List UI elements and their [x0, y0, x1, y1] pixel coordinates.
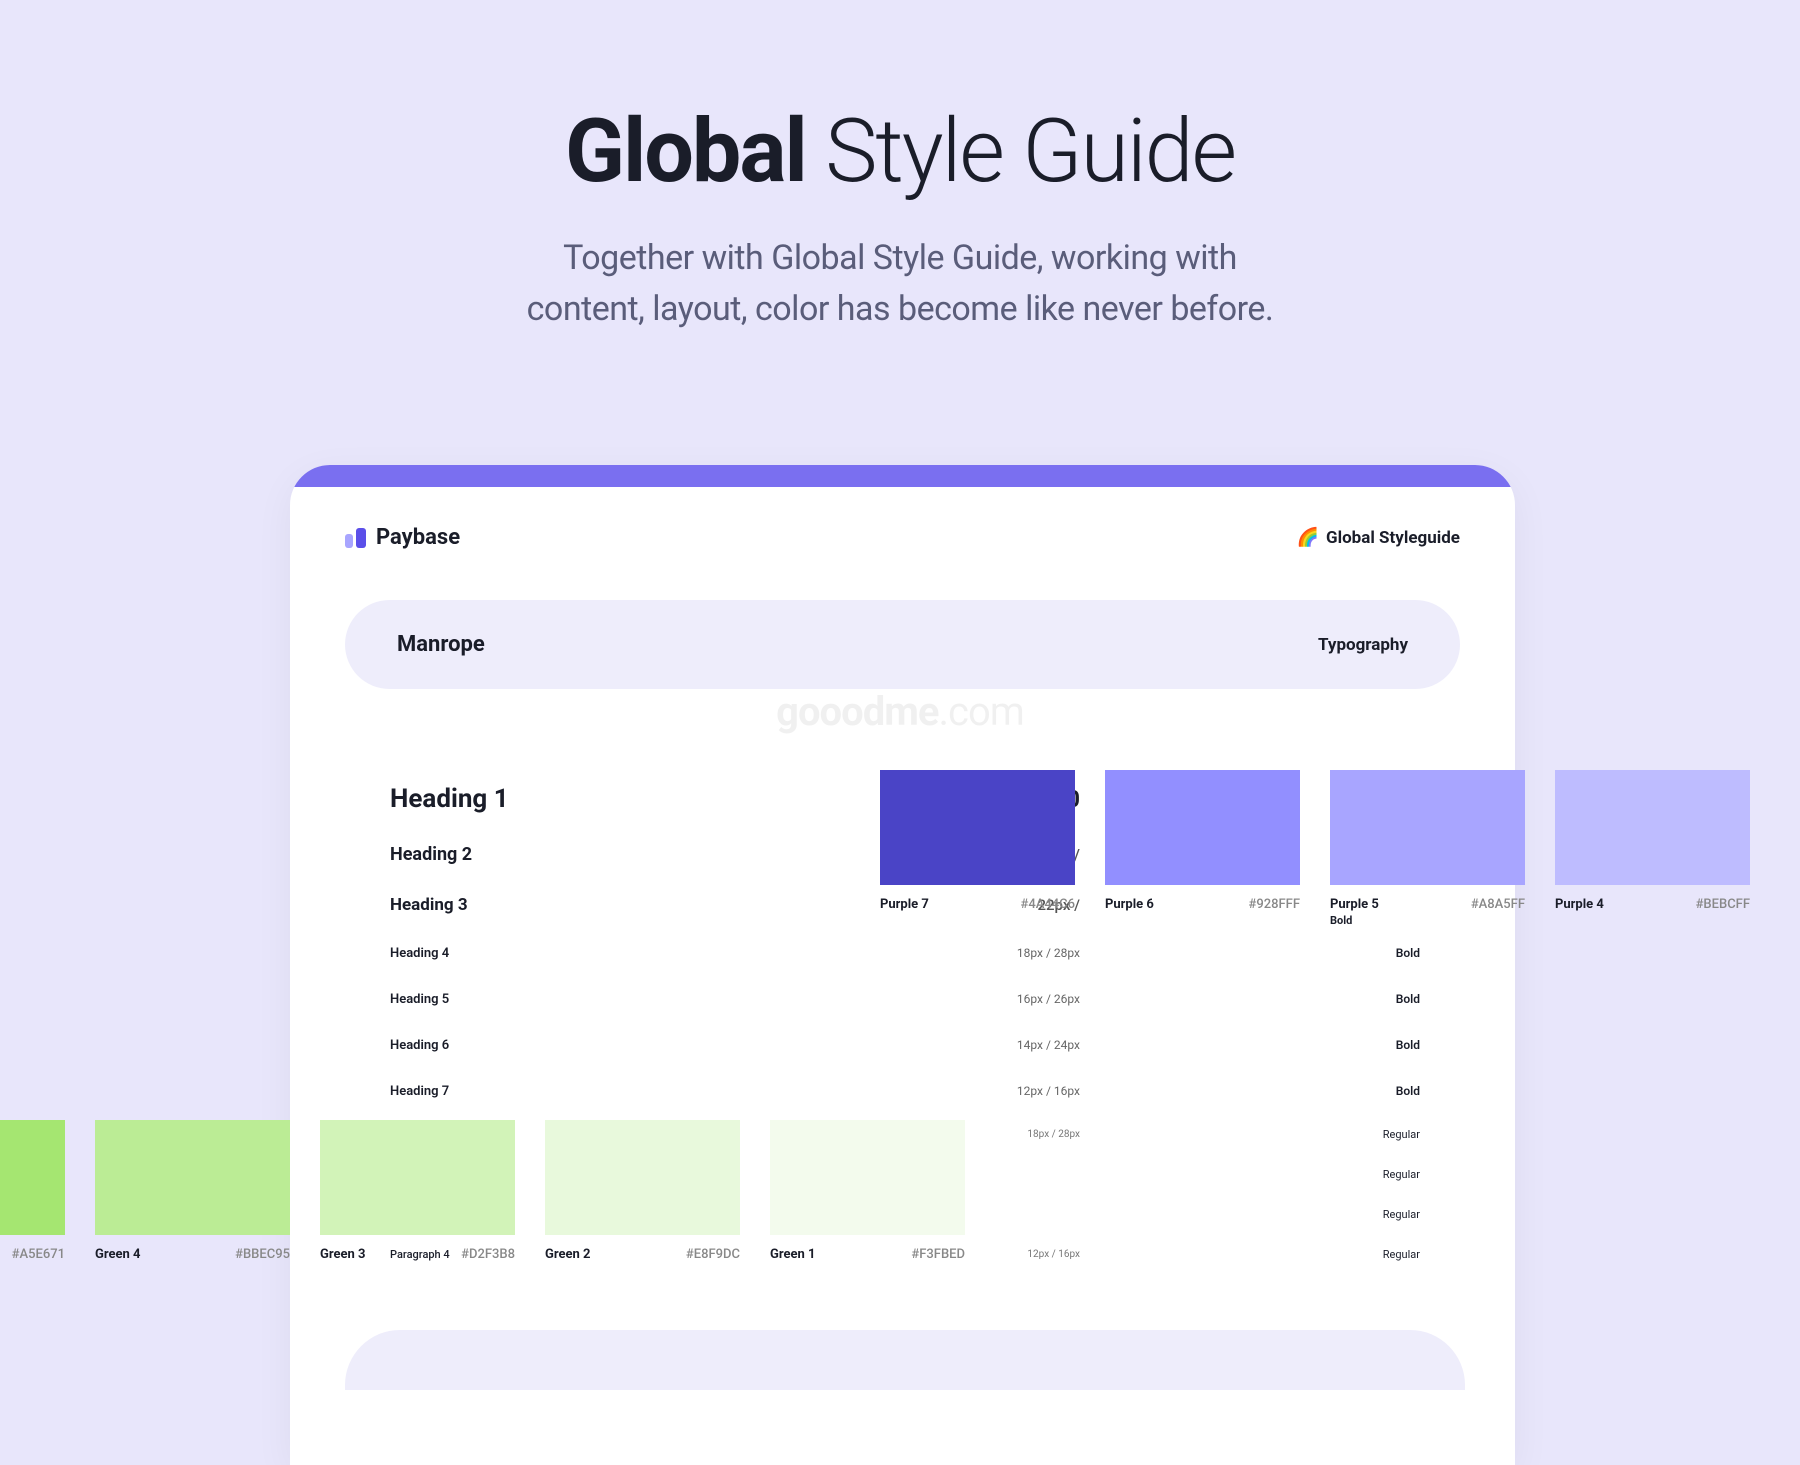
swatch-hex: #F3FBED: [911, 1247, 965, 1262]
title-light: Style Guide: [806, 100, 1235, 203]
section-label: Typography: [1318, 635, 1408, 655]
color-swatch: Green 2 #E8F9DC: [545, 1120, 740, 1262]
swatch-name: Purple 5: [1330, 897, 1379, 912]
swatch-hex: #A5E671: [12, 1247, 65, 1262]
swatch-box: [0, 1120, 65, 1235]
color-swatch: Green 4 #BBEC95: [95, 1120, 290, 1262]
color-swatch: Purple 4 #BEBCFF: [1555, 770, 1750, 927]
table-row: Heading 7 12px / 16px Bold: [390, 1068, 1420, 1114]
brand-logo-icon: [345, 528, 366, 548]
green-swatches: #A5E671 Green 4 #BBEC95 Green 3 #D2F3B8 …: [0, 1120, 965, 1262]
swatch-hex: #A8A5FF: [1471, 897, 1525, 912]
color-swatch: #A5E671: [0, 1120, 65, 1262]
swatch-box: [95, 1120, 290, 1235]
swatch-name: Purple 7: [880, 897, 929, 912]
color-swatch: Green 1 #F3FBED: [770, 1120, 965, 1262]
color-swatch: Green 3 #D2F3B8: [320, 1120, 515, 1262]
swatch-box: [1555, 770, 1750, 885]
color-swatch: Purple 5 #A8A5FF Bold: [1330, 770, 1525, 927]
page-title: Global Style Guide: [0, 100, 1800, 203]
swatch-hex: #928FFF: [1249, 897, 1301, 912]
swatch-name: Green 4: [95, 1247, 141, 1262]
swatch-box: [770, 1120, 965, 1235]
table-row: Heading 5 16px / 26px Bold: [390, 976, 1420, 1022]
card-accent-bar: [290, 465, 1515, 487]
swatch-box: [545, 1120, 740, 1235]
swatch-box: [320, 1120, 515, 1235]
brand: Paybase: [345, 525, 460, 550]
title-bold: Global: [565, 100, 806, 203]
swatch-box: [880, 770, 1075, 885]
swatch-box: [1105, 770, 1300, 885]
subtitle: Together with Global Style Guide, workin…: [0, 233, 1800, 335]
swatch-name: Green 2: [545, 1247, 591, 1262]
rainbow-icon: 🌈: [1297, 527, 1319, 548]
section-pill-bottom: [345, 1330, 1465, 1390]
guide-label: Global Styleguide: [1326, 528, 1460, 548]
card-header: Paybase 🌈 Global Styleguide: [290, 487, 1515, 580]
swatch-hex: #4A44C6: [1020, 897, 1075, 912]
font-family-name: Manrope: [397, 632, 485, 657]
color-swatch: Purple 6 #928FFF: [1105, 770, 1300, 927]
swatch-sub: Bold: [1330, 914, 1525, 927]
swatch-hex: #D2F3B8: [461, 1247, 515, 1262]
table-row: Heading 6 14px / 24px Bold: [390, 1022, 1420, 1068]
swatch-name: Green 3: [320, 1247, 366, 1262]
table-row: Heading 4 18px / 28px Bold: [390, 930, 1420, 976]
section-pill: Manrope Typography: [345, 600, 1460, 689]
swatch-name: Purple 4: [1555, 897, 1604, 912]
swatch-name: Green 1: [770, 1247, 816, 1262]
swatch-name: Purple 6: [1105, 897, 1154, 912]
guide-tag: 🌈 Global Styleguide: [1297, 527, 1460, 548]
swatch-hex: #BEBCFF: [1696, 897, 1750, 912]
swatch-box: [1330, 770, 1525, 885]
swatch-hex: #E8F9DC: [686, 1247, 740, 1262]
hero: Global Style Guide Together with Global …: [0, 0, 1800, 335]
purple-swatches: Purple 7 #4A44C6 Purple 6 #928FFF Purple…: [880, 770, 1750, 927]
brand-name: Paybase: [376, 525, 460, 550]
color-swatch: Purple 7 #4A44C6: [880, 770, 1075, 927]
swatch-hex: #BBEC95: [235, 1247, 290, 1262]
